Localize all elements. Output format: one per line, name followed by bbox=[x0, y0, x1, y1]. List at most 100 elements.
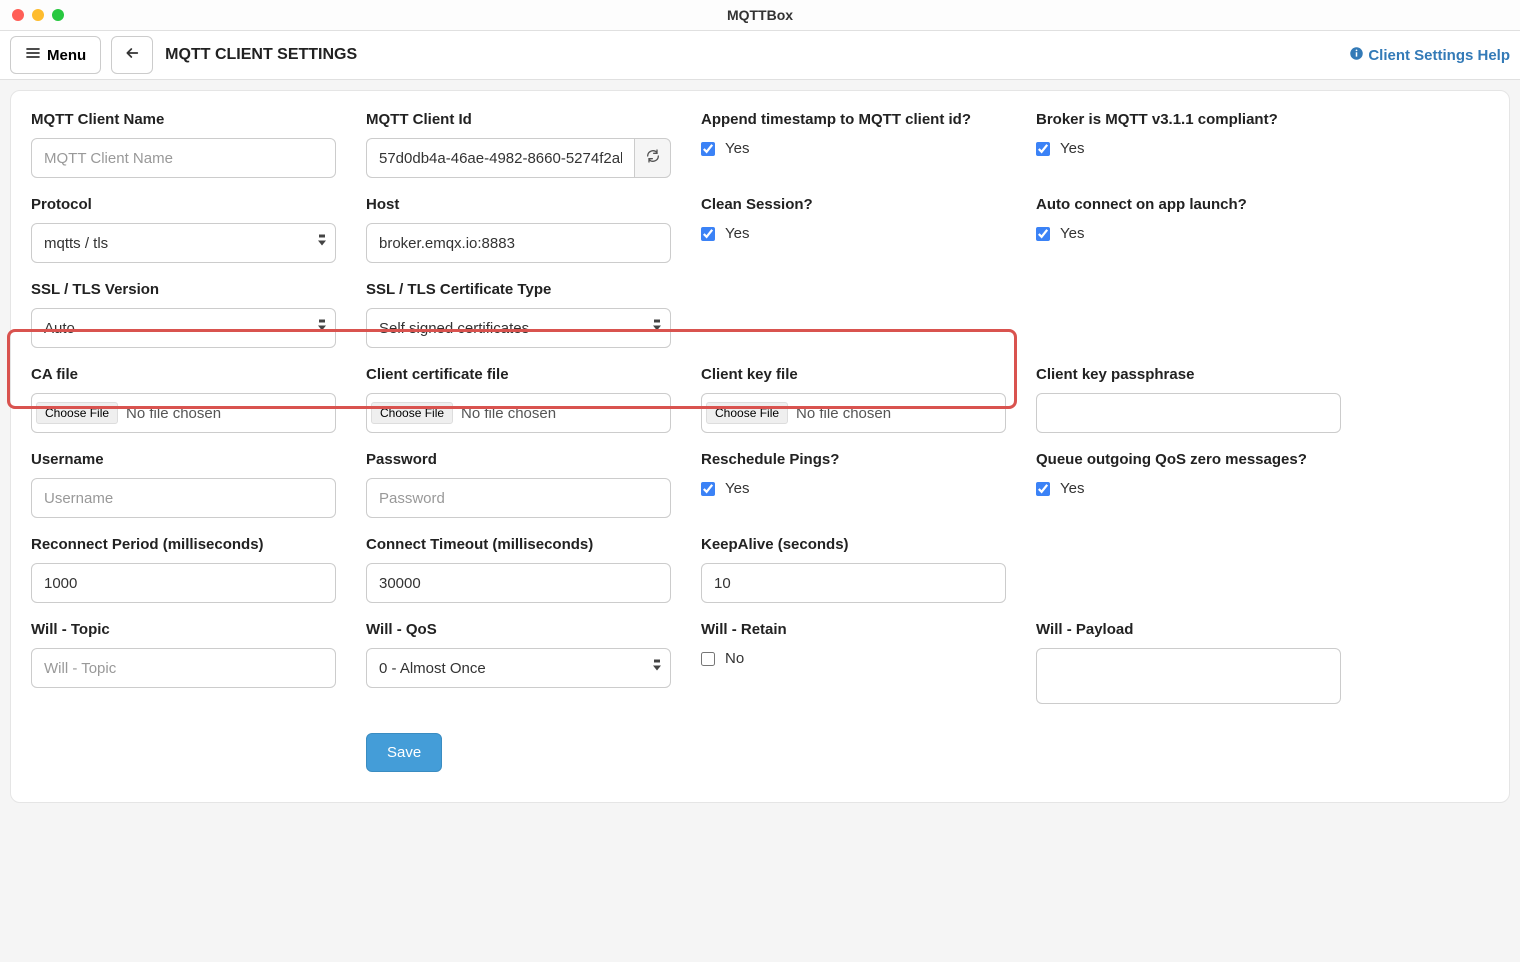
label-reconnect-period: Reconnect Period (milliseconds) bbox=[31, 536, 336, 553]
label-will-qos: Will - QoS bbox=[366, 621, 671, 638]
field-client-key-pass: Client key passphrase bbox=[1036, 366, 1371, 433]
file-input-client-cert[interactable]: Choose File No file chosen bbox=[366, 393, 671, 433]
checkbox-append-ts[interactable] bbox=[701, 142, 715, 156]
field-connect-timeout: Connect Timeout (milliseconds) bbox=[366, 536, 701, 603]
input-host[interactable] bbox=[366, 223, 671, 263]
file-input-ca[interactable]: Choose File No file chosen bbox=[31, 393, 336, 433]
label-reschedule-pings: Reschedule Pings? bbox=[701, 451, 1006, 468]
traffic-lights bbox=[12, 9, 64, 21]
refresh-client-id-button[interactable] bbox=[634, 138, 671, 178]
close-window-button[interactable] bbox=[12, 9, 24, 21]
spacer-r6c4 bbox=[1036, 536, 1371, 603]
checkbox-reschedule-pings-label: Yes bbox=[725, 480, 749, 497]
field-auto-connect: Auto connect on app launch? Yes bbox=[1036, 196, 1371, 263]
field-will-payload: Will - Payload bbox=[1036, 621, 1371, 709]
select-ssl-cert-type[interactable]: Self signed certificates bbox=[366, 308, 671, 348]
checkbox-clean-session-label: Yes bbox=[725, 225, 749, 242]
input-username[interactable] bbox=[31, 478, 336, 518]
choose-file-ca-button[interactable]: Choose File bbox=[36, 402, 118, 424]
field-password: Password bbox=[366, 451, 701, 518]
field-keepalive: KeepAlive (seconds) bbox=[701, 536, 1036, 603]
checkbox-queue-qos-zero-label: Yes bbox=[1060, 480, 1084, 497]
field-protocol: Protocol mqtts / tls bbox=[31, 196, 366, 263]
file-text-client-key: No file chosen bbox=[796, 405, 891, 422]
page-title: MQTT CLIENT SETTINGS bbox=[165, 46, 357, 64]
label-keepalive: KeepAlive (seconds) bbox=[701, 536, 1006, 553]
input-keepalive[interactable] bbox=[701, 563, 1006, 603]
label-append-ts: Append timestamp to MQTT client id? bbox=[701, 111, 1006, 128]
field-host: Host bbox=[366, 196, 701, 263]
save-row: Save bbox=[366, 727, 701, 772]
field-ssl-version: SSL / TLS Version Auto bbox=[31, 281, 366, 348]
menu-button-label: Menu bbox=[47, 47, 86, 64]
label-client-key-pass: Client key passphrase bbox=[1036, 366, 1341, 383]
label-ssl-cert-type: SSL / TLS Certificate Type bbox=[366, 281, 671, 298]
app-title: MQTTBox bbox=[727, 7, 793, 23]
spacer-r3c3 bbox=[701, 281, 1036, 348]
label-host: Host bbox=[366, 196, 671, 213]
settings-panel: MQTT Client Name MQTT Client Id Append t… bbox=[10, 90, 1510, 803]
field-will-qos: Will - QoS 0 - Almost Once bbox=[366, 621, 701, 709]
checkbox-will-retain[interactable] bbox=[701, 652, 715, 666]
input-password[interactable] bbox=[366, 478, 671, 518]
field-queue-qos-zero: Queue outgoing QoS zero messages? Yes bbox=[1036, 451, 1371, 518]
input-client-key-pass[interactable] bbox=[1036, 393, 1341, 433]
help-link-label: Client Settings Help bbox=[1368, 47, 1510, 64]
label-client-cert-file: Client certificate file bbox=[366, 366, 671, 383]
menu-button[interactable]: Menu bbox=[10, 36, 101, 74]
file-input-client-key[interactable]: Choose File No file chosen bbox=[701, 393, 1006, 433]
select-ssl-version[interactable]: Auto bbox=[31, 308, 336, 348]
textarea-will-payload[interactable] bbox=[1036, 648, 1341, 704]
checkbox-auto-connect[interactable] bbox=[1036, 227, 1050, 241]
field-will-retain: Will - Retain No bbox=[701, 621, 1036, 709]
input-client-id[interactable] bbox=[366, 138, 634, 178]
label-broker-compliant: Broker is MQTT v3.1.1 compliant? bbox=[1036, 111, 1341, 128]
field-ssl-cert-type: SSL / TLS Certificate Type Self signed c… bbox=[366, 281, 701, 348]
back-button[interactable] bbox=[111, 36, 153, 74]
file-text-client-cert: No file chosen bbox=[461, 405, 556, 422]
input-will-topic[interactable] bbox=[31, 648, 336, 688]
checkbox-reschedule-pings[interactable] bbox=[701, 482, 715, 496]
label-will-retain: Will - Retain bbox=[701, 621, 1006, 638]
hamburger-icon bbox=[25, 45, 41, 65]
label-password: Password bbox=[366, 451, 671, 468]
label-will-topic: Will - Topic bbox=[31, 621, 336, 638]
field-client-cert-file: Client certificate file Choose File No f… bbox=[366, 366, 701, 433]
field-ca-file: CA file Choose File No file chosen bbox=[31, 366, 366, 433]
checkbox-will-retain-label: No bbox=[725, 650, 744, 667]
label-protocol: Protocol bbox=[31, 196, 336, 213]
choose-file-client-key-button[interactable]: Choose File bbox=[706, 402, 788, 424]
label-client-name: MQTT Client Name bbox=[31, 111, 336, 128]
checkbox-clean-session[interactable] bbox=[701, 227, 715, 241]
help-link[interactable]: Client Settings Help bbox=[1349, 46, 1510, 65]
toolbar: Menu MQTT CLIENT SETTINGS Client Setting… bbox=[0, 30, 1520, 80]
label-ca-file: CA file bbox=[31, 366, 336, 383]
input-connect-timeout[interactable] bbox=[366, 563, 671, 603]
label-will-payload: Will - Payload bbox=[1036, 621, 1341, 638]
select-protocol[interactable]: mqtts / tls bbox=[31, 223, 336, 263]
field-username: Username bbox=[31, 451, 366, 518]
field-broker-compliant: Broker is MQTT v3.1.1 compliant? Yes bbox=[1036, 111, 1371, 178]
choose-file-client-cert-button[interactable]: Choose File bbox=[371, 402, 453, 424]
refresh-icon bbox=[645, 148, 661, 169]
field-client-key-file: Client key file Choose File No file chos… bbox=[701, 366, 1036, 433]
field-reconnect-period: Reconnect Period (milliseconds) bbox=[31, 536, 366, 603]
info-icon bbox=[1349, 46, 1364, 65]
label-auto-connect: Auto connect on app launch? bbox=[1036, 196, 1341, 213]
maximize-window-button[interactable] bbox=[52, 9, 64, 21]
checkbox-broker-compliant[interactable] bbox=[1036, 142, 1050, 156]
minimize-window-button[interactable] bbox=[32, 9, 44, 21]
checkbox-append-ts-label: Yes bbox=[725, 140, 749, 157]
back-arrow-icon bbox=[124, 45, 140, 65]
checkbox-queue-qos-zero[interactable] bbox=[1036, 482, 1050, 496]
checkbox-auto-connect-label: Yes bbox=[1060, 225, 1084, 242]
input-reconnect-period[interactable] bbox=[31, 563, 336, 603]
save-button[interactable]: Save bbox=[366, 733, 442, 772]
label-connect-timeout: Connect Timeout (milliseconds) bbox=[366, 536, 671, 553]
input-client-name[interactable] bbox=[31, 138, 336, 178]
select-will-qos[interactable]: 0 - Almost Once bbox=[366, 648, 671, 688]
label-client-key-file: Client key file bbox=[701, 366, 1006, 383]
field-client-id: MQTT Client Id bbox=[366, 111, 701, 178]
label-client-id: MQTT Client Id bbox=[366, 111, 671, 128]
field-reschedule-pings: Reschedule Pings? Yes bbox=[701, 451, 1036, 518]
